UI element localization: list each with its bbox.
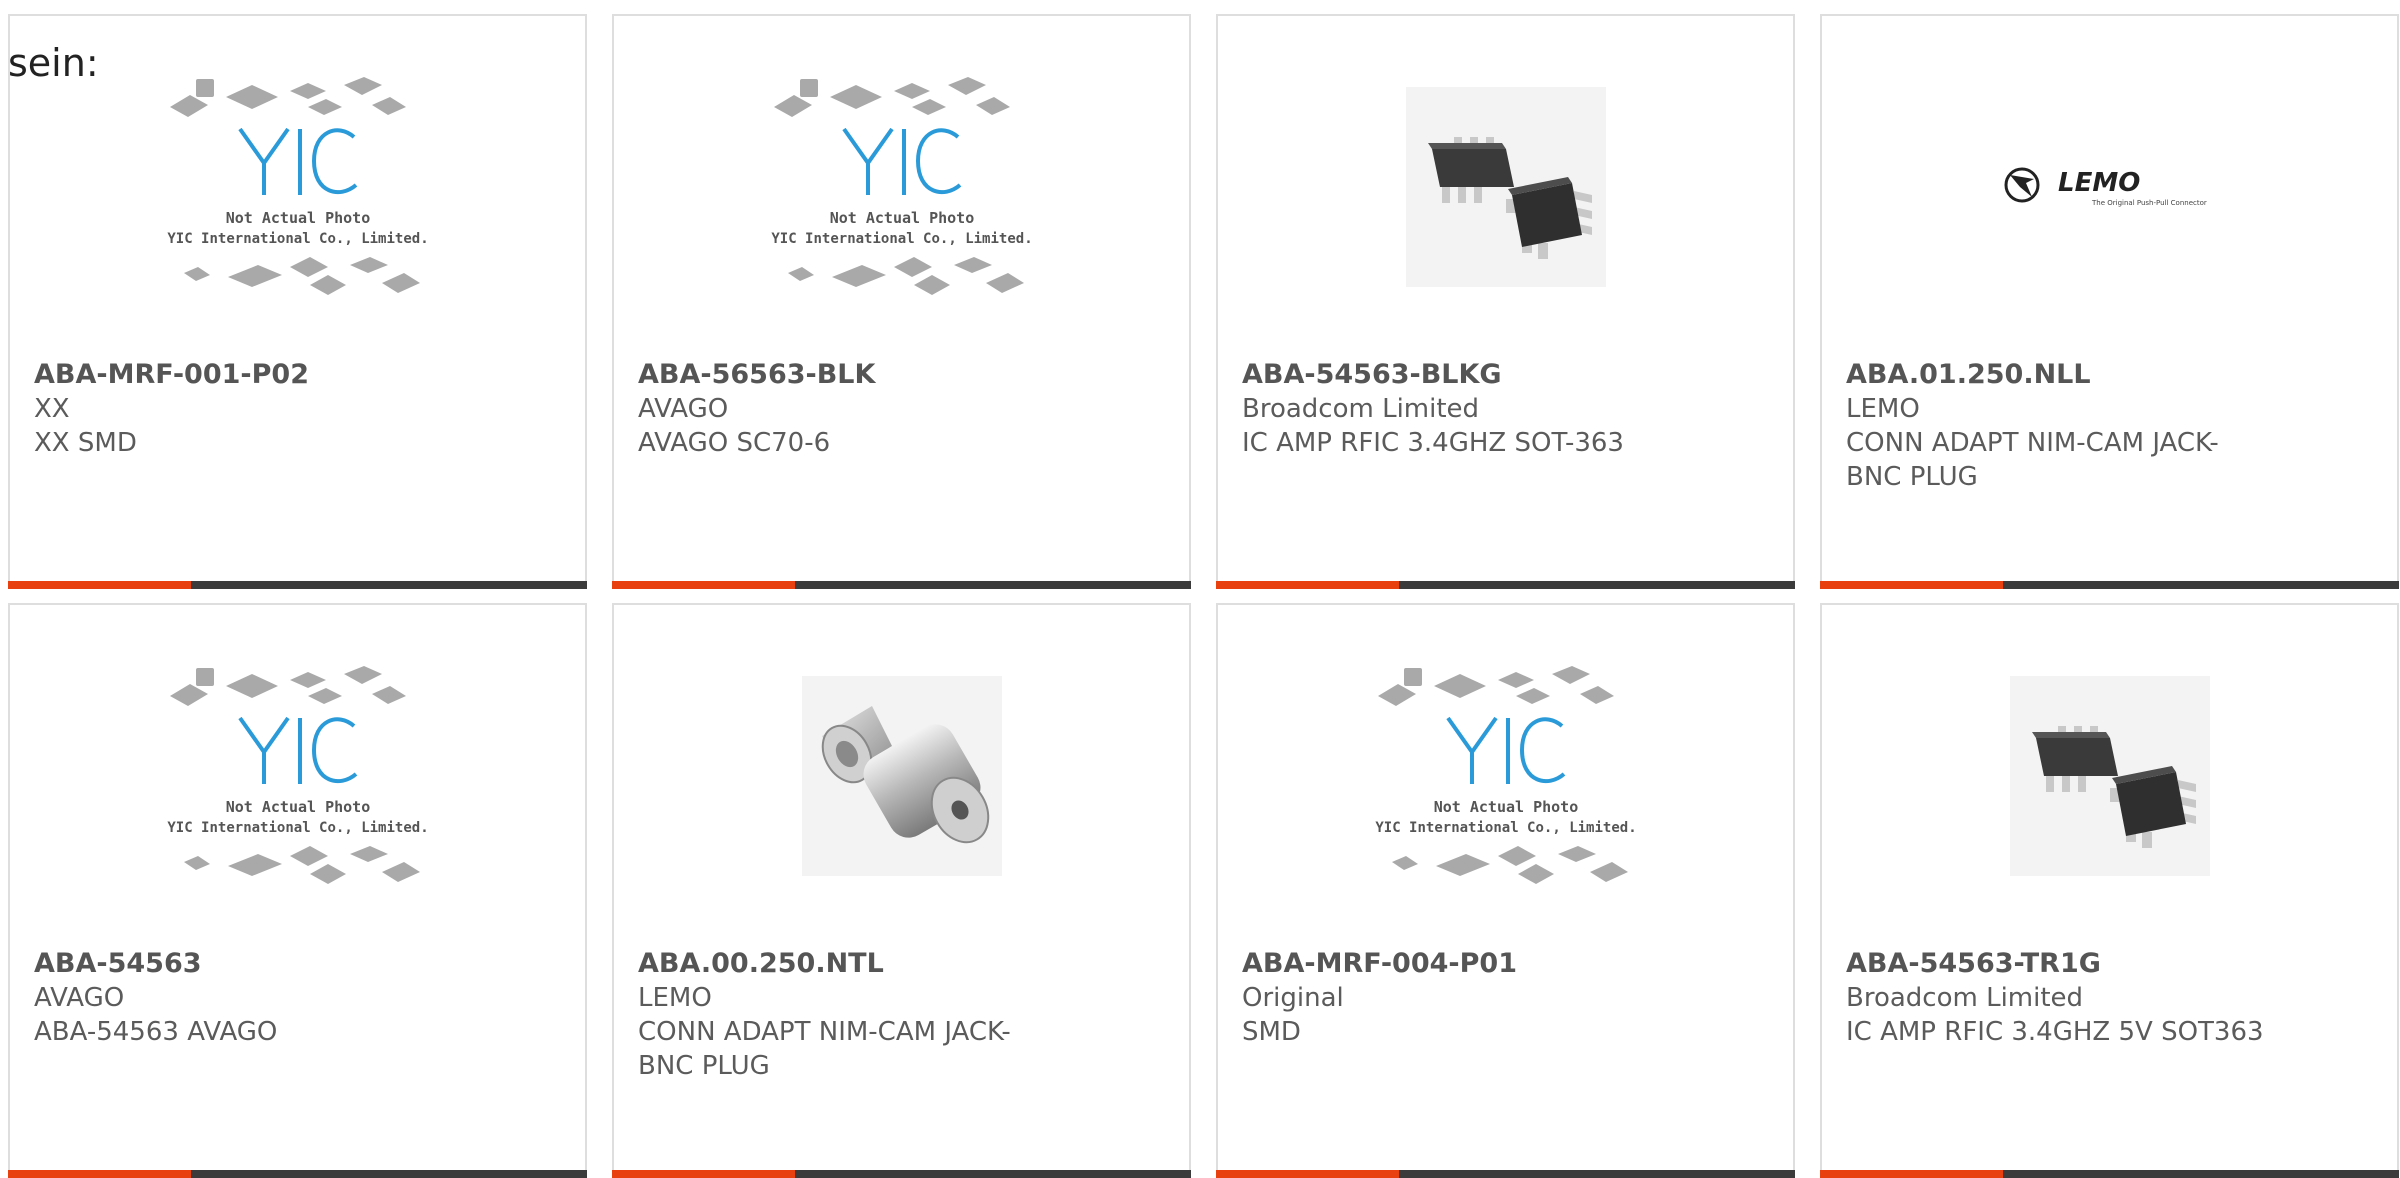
placeholder-text-line2: YIC International Co., Limited. [771,231,1032,247]
placeholder-text-line2: YIC International Co., Limited. [167,231,428,247]
card-bottom-bar [1820,1170,2399,1178]
product-part-number[interactable]: ABA-54563-BLKG [1242,358,1769,392]
product-part-number[interactable]: ABA-MRF-004-P01 [1242,947,1769,981]
product-part-number[interactable]: ABA-54563 [34,947,561,981]
product-part-number[interactable]: ABA-54563-TR1G [1846,947,2373,981]
sot363-chip-icon [1427,137,1592,259]
placeholder-chip-icon: Not Actual Photo YIC International Co., … [1375,666,1636,884]
card-accent-bar [8,1170,191,1178]
product-card[interactable]: ABA-54563-TR1G Broadcom Limited IC AMP R… [1820,603,2399,1178]
product-description: XX SMD [34,428,137,458]
product-description: IC AMP RFIC 3.4GHZ SOT-363 [1242,428,1624,458]
product-description: CONN ADAPT NIM-CAM JACK-BNC PLUG [638,1017,1011,1081]
bnc-adapter-icon [821,706,989,844]
product-image[interactable]: Not Actual Photo YIC International Co., … [614,77,1189,296]
product-card[interactable]: Not Actual Photo YIC International Co., … [8,14,587,589]
lemo-logo-icon: LEMO The Original Push-Pull Connector [2004,167,2207,207]
card-accent-bar [1216,1170,1399,1178]
product-manufacturer: LEMO [1846,394,1920,424]
card-accent-bar [612,1170,795,1178]
card-bottom-bar [1820,581,2399,589]
placeholder-text-line2: YIC International Co., Limited. [1375,820,1636,836]
card-accent-bar [612,581,795,589]
product-part-number[interactable]: ABA.01.250.NLL [1846,358,2373,392]
product-description: CONN ADAPT NIM-CAM JACK-BNC PLUG [1846,428,2219,492]
card-bottom-bar [8,1170,587,1178]
product-manufacturer: AVAGO [34,983,125,1013]
product-description: AVAGO SC70-6 [638,428,831,458]
product-description: IC AMP RFIC 3.4GHZ 5V SOT363 [1846,1017,2264,1047]
card-bottom-bar [612,1170,1191,1178]
card-bottom-bar [8,581,587,589]
card-bottom-bar [612,581,1191,589]
placeholder-text-line2: YIC International Co., Limited. [167,820,428,836]
product-image[interactable]: Not Actual Photo YIC International Co., … [10,666,585,885]
lead-text: sein: [8,41,99,85]
product-description: ABA-54563 AVAGO [34,1017,278,1047]
placeholder-chip-icon: Not Actual Photo YIC International Co., … [167,77,428,295]
product-image[interactable] [1218,78,1793,296]
sot363-chip-icon [2031,726,2196,848]
card-accent-bar [1820,581,2003,589]
placeholder-chip-icon: Not Actual Photo YIC International Co., … [167,666,428,884]
lemo-tagline-text: The Original Push-Pull Connector [2091,199,2207,207]
placeholder-text-line1: Not Actual Photo [1433,798,1578,816]
product-card[interactable]: ABA.00.250.NTL LEMO CONN ADAPT NIM-CAM J… [612,603,1191,1178]
product-part-number[interactable]: ABA.00.250.NTL [638,947,1165,981]
card-accent-bar [1216,581,1399,589]
product-manufacturer: Original [1242,983,1344,1013]
product-card[interactable]: LEMO The Original Push-Pull Connector AB… [1820,14,2399,589]
placeholder-text-line1: Not Actual Photo [225,209,370,227]
product-part-number[interactable]: ABA-56563-BLK [638,358,1165,392]
card-accent-bar [1820,1170,2003,1178]
placeholder-text-line1: Not Actual Photo [829,209,974,227]
card-accent-bar [8,581,191,589]
product-photo [1405,87,1606,287]
product-manufacturer: LEMO [638,983,712,1013]
lemo-brand-text: LEMO [2058,168,2140,198]
product-card[interactable]: Not Actual Photo YIC International Co., … [8,603,587,1178]
product-manufacturer: AVAGO [638,394,729,424]
product-image[interactable] [614,667,1189,885]
product-manufacturer: Broadcom Limited [1846,983,2084,1013]
product-photo [2009,676,2210,876]
product-card[interactable]: ABA-54563-BLKG Broadcom Limited IC AMP R… [1216,14,1795,589]
product-image[interactable]: Not Actual Photo YIC International Co., … [10,77,585,296]
product-description: SMD [1242,1017,1301,1047]
product-card[interactable]: Not Actual Photo YIC International Co., … [1216,603,1795,1178]
product-manufacturer: XX [34,394,70,424]
product-image[interactable]: LEMO The Original Push-Pull Connector [1822,78,2397,296]
product-image[interactable]: Not Actual Photo YIC International Co., … [1218,666,1793,885]
placeholder-chip-icon: Not Actual Photo YIC International Co., … [771,77,1032,295]
placeholder-text-line1: Not Actual Photo [225,798,370,816]
product-manufacturer: Broadcom Limited [1242,394,1480,424]
product-part-number[interactable]: ABA-MRF-001-P02 [34,358,561,392]
card-bottom-bar [1216,581,1795,589]
product-image[interactable] [1822,667,2397,885]
product-card[interactable]: Not Actual Photo YIC International Co., … [612,14,1191,589]
card-bottom-bar [1216,1170,1795,1178]
product-photo [801,676,1002,876]
